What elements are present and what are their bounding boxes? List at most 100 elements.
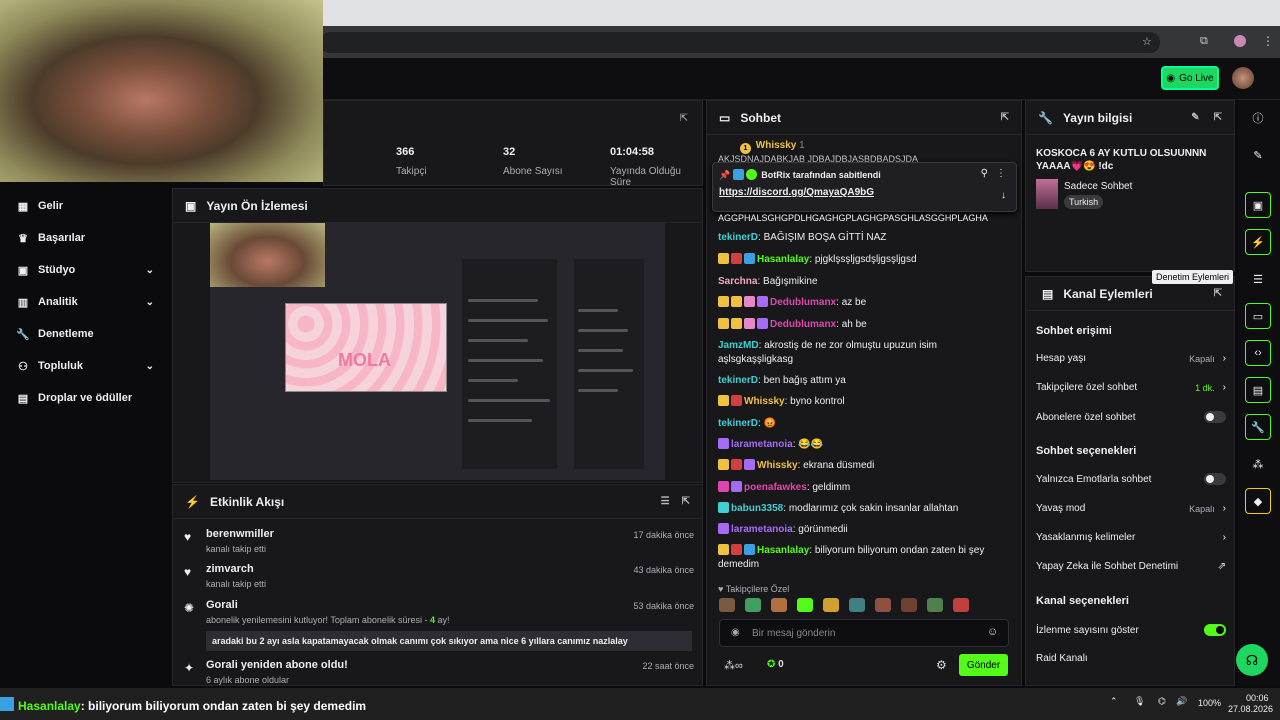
profile-icon[interactable] [1234, 35, 1246, 47]
followers-only-label: ♥ Takipçilere Özel [718, 584, 790, 594]
loop-icon[interactable]: ⁂∞ [724, 659, 743, 672]
user-avatar[interactable] [1232, 67, 1254, 89]
expand-icon[interactable]: ⇱ [680, 113, 688, 124]
chat-badge [731, 481, 742, 492]
chat-badge [744, 544, 755, 555]
preview-toggle-icon[interactable]: ▣ [1245, 192, 1271, 218]
network-icon: ⌬ [1158, 696, 1166, 706]
sidebar-item[interactable]: ♛ Başarılar [0, 222, 172, 254]
emote-bar[interactable] [719, 598, 1009, 614]
chat-username[interactable]: tekinerD [718, 418, 758, 429]
subs-chat-toggle[interactable] [1204, 411, 1226, 423]
tag-pill[interactable]: Turkish [1064, 195, 1104, 209]
preview-icon: ▣ [185, 198, 197, 213]
pinned-link[interactable]: https://discord.gg/QmayaQA9bG [719, 187, 874, 198]
followers-chat-row[interactable]: Takipçilere özel sohbet 1 dk. › [1036, 382, 1226, 393]
chat-username[interactable]: Hasanlalay [757, 254, 809, 265]
chat-badge [718, 395, 729, 406]
send-button[interactable]: Gönder [959, 654, 1008, 676]
address-bar[interactable] [320, 32, 1160, 53]
filter-icon[interactable]: ☰ [661, 496, 670, 507]
chat-message: tekinerD: ben bağış attım ya [718, 375, 846, 386]
chevron-down-icon[interactable]: ⌄ [146, 361, 154, 372]
expand-icon[interactable]: ⇱ [682, 496, 690, 507]
diamond-icon[interactable]: ◆ [1245, 488, 1271, 514]
chat-username[interactable]: JamzMD [718, 340, 759, 351]
sidebar-item[interactable]: ▣ Stüdyo ⌄ [0, 254, 172, 286]
chevron-down-icon[interactable]: ⌄ [146, 265, 154, 276]
chat-username[interactable]: poenafawkes [744, 482, 807, 493]
tooltip: Denetim Eylemleri [1152, 270, 1234, 284]
chat-username[interactable]: Dedublumanx [770, 319, 836, 330]
sidebar-item[interactable]: ▥ Analitik ⌄ [0, 286, 172, 318]
emoji-icon[interactable]: ☺ [987, 626, 998, 638]
list-icon[interactable]: ☰ [1245, 266, 1271, 292]
code-icon[interactable]: ‹› [1245, 340, 1271, 366]
star-icon[interactable]: ☆ [1142, 35, 1152, 48]
chat-username[interactable]: tekinerD [718, 232, 758, 243]
help-fab[interactable]: ☊ [1236, 644, 1268, 676]
chat-badge [731, 296, 742, 307]
collapse-icon[interactable]: ↓ [1001, 190, 1006, 201]
unpin-icon[interactable]: ⚲ [981, 168, 988, 179]
extensions-icon[interactable]: ⧉ [1200, 35, 1208, 48]
chat-username[interactable]: Hasanlalay [757, 545, 809, 556]
edit-icon[interactable]: ✎ [1191, 112, 1199, 123]
expand-icon[interactable]: ⇱ [1214, 112, 1222, 123]
chat-username[interactable]: larametanoia [731, 439, 793, 450]
account-age-row[interactable]: Hesap yaşı Kapalı › [1036, 353, 1226, 364]
settings-icon[interactable]: ⚙ [936, 658, 947, 672]
show-viewers-toggle[interactable] [1204, 624, 1226, 636]
preview-chat [462, 259, 557, 469]
pencil-icon[interactable]: ✎ [1245, 142, 1271, 168]
chat-username[interactable]: Whissky [744, 396, 785, 407]
wrench-icon[interactable]: 🔧 [1245, 414, 1271, 440]
sidebar-item[interactable]: ▤ Droplar ve ödüller [0, 382, 172, 414]
expand-icon[interactable]: ⇱ [1214, 288, 1222, 299]
sidebar-item[interactable]: ⚇ Topluluk ⌄ [0, 350, 172, 382]
chat-username[interactable]: babun3358 [731, 503, 783, 514]
dots-icon[interactable]: ⁂ [1245, 451, 1271, 477]
kick-bot-icon [0, 697, 14, 711]
chat-badge [718, 296, 729, 307]
pinned-message[interactable]: 📌 BotRix tarafından sabitlendi https://d… [712, 162, 1017, 212]
sidebar-item[interactable]: ▦ Gelir [0, 190, 172, 222]
chevron-right-icon: › [1222, 382, 1226, 393]
chat-username[interactable]: tekinerD [718, 375, 758, 386]
banned-words-row[interactable]: Yasaklanmış kelimeler › [1036, 532, 1226, 543]
stat-followers: 366 Takipçi [396, 146, 427, 177]
raid-channel-row[interactable]: Raid Kanalı [1036, 653, 1226, 664]
chat-badge [757, 296, 768, 307]
chat-badge [731, 318, 742, 329]
go-live-button[interactable]: ◉ Go Live [1161, 66, 1219, 90]
chat-badge [718, 459, 729, 470]
viewer-count: ✪ 0 [767, 659, 784, 670]
menu-kebab-icon[interactable]: ⋮ [1262, 34, 1274, 48]
preview-screenshot: MOLA [210, 223, 665, 480]
chat-username[interactable]: Sarchna [718, 276, 757, 287]
chat-username[interactable]: Dedublumanx [770, 297, 836, 308]
sidebar-item[interactable]: 🔧 Denetleme [0, 318, 172, 350]
chat-username[interactable]: Whissky [757, 460, 798, 471]
expand-icon[interactable]: ⇱ [1001, 112, 1009, 123]
emote-only-row: Yalnızca Emotlarla sohbet [1036, 473, 1226, 485]
chat-badge [718, 318, 729, 329]
chevron-down-icon[interactable]: ⌄ [146, 297, 154, 308]
layout-icon[interactable]: ▤ [1245, 377, 1271, 403]
right-rail: ⓘ ✎ ▣ ⚡ ☰ ▭ ‹› ▤ 🔧 ⁂ ◆ [1238, 100, 1280, 686]
ai-moderation-row[interactable]: Yapay Zeka ile Sohbet Denetimi ⇗ [1036, 561, 1226, 572]
chat-input[interactable]: Bir mesaj gönderin [719, 619, 1009, 647]
mic-icon: 🎙 [1134, 696, 1146, 706]
emote-only-toggle[interactable] [1204, 473, 1226, 485]
lightning-icon[interactable]: ⚡ [1245, 229, 1271, 255]
subs-chat-row: Abonelere özel sohbet [1036, 411, 1226, 423]
more-icon[interactable]: ⋮ [996, 168, 1006, 179]
activity-title: Etkinlik Akışı [209, 494, 285, 509]
chat-username[interactable]: larametanoia [731, 524, 793, 535]
chat-title: Sohbet [740, 110, 782, 125]
chat-toggle-icon[interactable]: ▭ [1245, 303, 1271, 329]
chevron-up-icon: ⌃ [1110, 696, 1118, 706]
info-icon[interactable]: ⓘ [1245, 105, 1271, 131]
preview-break-screen [285, 303, 447, 392]
slow-mode-row[interactable]: Yavaş mod Kapalı › [1036, 503, 1226, 514]
